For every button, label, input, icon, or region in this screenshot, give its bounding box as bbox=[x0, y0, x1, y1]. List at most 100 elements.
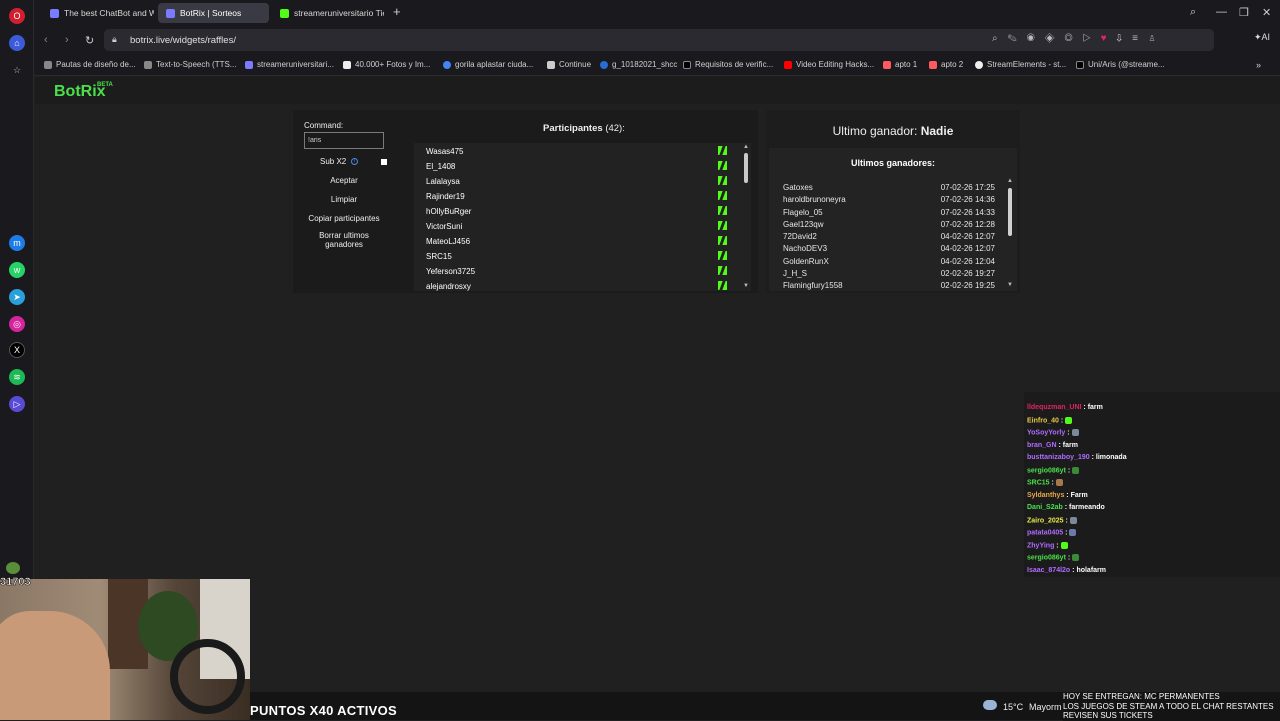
viewer-count: 31703 bbox=[0, 576, 31, 589]
ticker-line: REVISEN SUS TICKETS bbox=[1063, 711, 1153, 720]
scroll-down-icon[interactable]: ▼ bbox=[1007, 282, 1013, 288]
bookmark-item[interactable]: 40.000+ Fotos y Im... bbox=[343, 60, 430, 69]
play-icon[interactable]: ▷ bbox=[1083, 33, 1101, 44]
bookmark-label: Video Editing Hacks... bbox=[796, 60, 875, 69]
spotify-icon[interactable]: ≋ bbox=[9, 369, 25, 385]
participants-count: (42): bbox=[605, 123, 625, 134]
zoom-icon[interactable]: ⌕ bbox=[992, 33, 1008, 44]
bookmark-item[interactable]: g_10182021_shcc bbox=[600, 60, 677, 69]
star-icon[interactable]: ☆ bbox=[9, 62, 25, 78]
chat-username[interactable]: ZhyYing bbox=[1027, 542, 1054, 549]
participants-scrollbar[interactable] bbox=[744, 153, 748, 183]
scroll-up-icon[interactable]: ▲ bbox=[1007, 178, 1013, 184]
bookmark-label: Uni/Aris (@streame... bbox=[1088, 60, 1165, 69]
stream-chat-overlay: lldequzman_UNI : farm Einfro_40 : YoSoyYo… bbox=[1024, 392, 1280, 577]
edit-icon[interactable]: ✎ bbox=[1008, 33, 1027, 44]
bookmark-item[interactable]: Text-to-Speech (TTS... bbox=[144, 60, 236, 69]
tab-botrix-sorteos[interactable]: BotRix | Sorteos bbox=[158, 3, 269, 23]
chat-username[interactable]: YoSoyYorly bbox=[1027, 429, 1065, 436]
bookmark-item[interactable]: gorila aplastar ciuda... bbox=[443, 60, 533, 69]
bookmark-item[interactable]: StreamElements - st... bbox=[975, 60, 1066, 69]
reload-icon[interactable]: ↻ bbox=[85, 34, 94, 47]
bookmark-label: g_10182021_shcc bbox=[612, 60, 678, 69]
chat-text: limonada bbox=[1095, 454, 1127, 461]
copy-participants-button[interactable]: Copiar participantes bbox=[304, 214, 384, 223]
bookmark-item[interactable]: apto 2 bbox=[929, 60, 963, 69]
winners-scrollbar[interactable] bbox=[1008, 188, 1012, 236]
chat-separator: : bbox=[1065, 429, 1072, 437]
menu-icon[interactable]: ≡ bbox=[1132, 33, 1148, 44]
download-icon[interactable]: ⇩ bbox=[1117, 33, 1133, 44]
home-icon[interactable]: ⌂ bbox=[9, 35, 25, 51]
bookmark-item[interactable]: Pautas de diseño de... bbox=[44, 60, 136, 69]
x-icon[interactable]: X bbox=[9, 342, 25, 358]
chat-username[interactable]: Zairo_2025 bbox=[1027, 517, 1064, 524]
extensions-toolbar: ⌕✎◉◈◎▷♥⇩≡♙ bbox=[992, 33, 1166, 44]
tab-streamer[interactable]: streameruniversitario Tien bbox=[272, 3, 384, 23]
winners-list[interactable]: Ultimos ganadores: Gatoxes 07-02-26 17:25… bbox=[769, 148, 1017, 291]
close-window-icon[interactable]: ✕ bbox=[1262, 6, 1271, 19]
command-input[interactable] bbox=[304, 132, 384, 149]
minimize-icon[interactable]: — bbox=[1216, 6, 1227, 18]
scroll-down-icon[interactable]: ▼ bbox=[743, 283, 749, 289]
opera-logo-icon[interactable]: O bbox=[9, 8, 25, 24]
streamelements-icon bbox=[975, 60, 983, 69]
bookmark-item[interactable]: apto 1 bbox=[883, 60, 917, 69]
tab-chatbot[interactable]: The best ChatBot and Wi bbox=[42, 3, 154, 23]
instagram-icon[interactable]: ◎ bbox=[9, 316, 25, 332]
bookmark-label: gorila aplastar ciuda... bbox=[455, 60, 534, 69]
winner-row: Gael123qw 07-02-26 12:28 bbox=[783, 220, 995, 229]
chat-username[interactable]: busttanizaboy_190 bbox=[1027, 454, 1090, 461]
chat-username[interactable]: bran_GN bbox=[1027, 442, 1057, 449]
chat-username[interactable]: Dani_S2ab bbox=[1027, 504, 1063, 511]
puntos-banner: PUNTOS X40 ACTIVOS bbox=[250, 703, 397, 718]
search-tabs-icon[interactable]: ⌕ bbox=[1190, 6, 1196, 19]
chat-message: Einfro_40 : bbox=[1027, 416, 1073, 424]
chat-username[interactable]: SRC15 bbox=[1027, 479, 1050, 486]
scroll-up-icon[interactable]: ▲ bbox=[743, 144, 749, 150]
participant-name: Lalalaysa bbox=[426, 177, 460, 186]
bookmark-item[interactable]: Continue bbox=[547, 60, 591, 69]
new-tab-plus-icon[interactable]: + bbox=[393, 4, 401, 19]
winner-row: 72David2 04-02-26 12:07 bbox=[783, 232, 995, 241]
clear-button[interactable]: Limpiar bbox=[304, 195, 384, 204]
bookmark-item[interactable]: Uni/Aris (@streame... bbox=[1076, 60, 1165, 69]
aria-ai-icon[interactable]: ✦AI bbox=[1254, 32, 1270, 43]
cloud-icon bbox=[983, 700, 997, 710]
chat-username[interactable]: Syldanthys bbox=[1027, 492, 1064, 499]
camera-icon[interactable]: ◉ bbox=[1027, 33, 1045, 44]
forward-icon[interactable]: › bbox=[65, 34, 69, 46]
tab-label: streameruniversitario Tien bbox=[294, 8, 384, 18]
person-icon[interactable]: ♙ bbox=[1148, 33, 1166, 44]
chat-username[interactable]: Einfro_40 bbox=[1027, 417, 1059, 424]
vpn-icon[interactable]: ◎ bbox=[1065, 33, 1083, 44]
chat-username[interactable]: sergio086yt bbox=[1027, 554, 1066, 561]
whatsapp-icon[interactable]: w bbox=[9, 262, 25, 278]
bookmarks-overflow-icon[interactable]: » bbox=[1256, 60, 1261, 70]
heart-icon[interactable]: ♥ bbox=[1101, 33, 1117, 44]
last-winner-name: Nadie bbox=[920, 124, 954, 138]
chat-username[interactable]: Isaac_874l2o bbox=[1027, 567, 1070, 574]
maximize-icon[interactable]: ❐ bbox=[1239, 6, 1249, 19]
chat-username[interactable]: sergio086yt bbox=[1027, 467, 1066, 474]
lock-icon: 🔒︎ bbox=[112, 34, 117, 44]
chat-username[interactable]: patata0405 bbox=[1027, 529, 1063, 536]
player-icon[interactable]: ▷ bbox=[9, 396, 25, 412]
bookmark-item[interactable]: Requisitos de verific... bbox=[683, 60, 773, 69]
messenger-icon[interactable]: m bbox=[9, 235, 25, 251]
winners-panel: Ultimo ganador: Nadie Ultimos ganadores:… bbox=[766, 110, 1020, 293]
participants-list[interactable]: Wasas475 El_1408 Lalalaysa Rajinder19 hO… bbox=[414, 143, 751, 291]
telegram-icon[interactable]: ➤ bbox=[9, 289, 25, 305]
bookmark-item[interactable]: Video Editing Hacks... bbox=[784, 60, 874, 69]
chat-username[interactable]: lldequzman_UNI bbox=[1027, 404, 1081, 411]
emote-icon bbox=[1060, 541, 1068, 549]
participant-name: Yeferson3725 bbox=[426, 267, 476, 276]
info-icon[interactable]: i bbox=[351, 158, 358, 165]
delete-winners-button[interactable]: Borrar ultimos ganadores bbox=[304, 231, 384, 249]
pexels-icon bbox=[343, 60, 351, 69]
bookmark-item[interactable]: streameruniversitari... bbox=[245, 60, 334, 69]
shield-icon[interactable]: ◈ bbox=[1045, 33, 1065, 44]
sub-x2-checkbox[interactable] bbox=[381, 159, 387, 165]
accept-button[interactable]: Aceptar bbox=[304, 176, 384, 185]
back-icon[interactable]: ‹ bbox=[44, 34, 48, 46]
